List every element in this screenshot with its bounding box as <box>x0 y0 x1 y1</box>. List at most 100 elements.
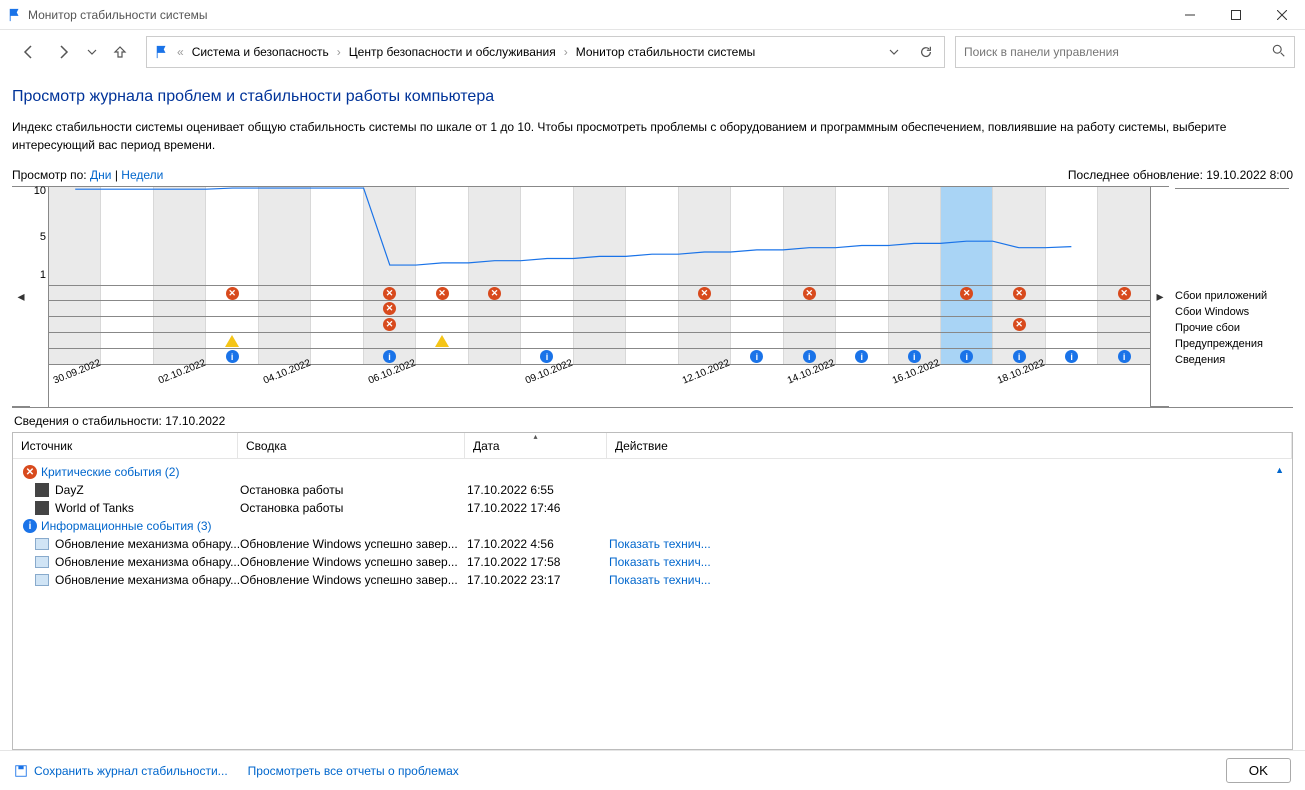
event-cell[interactable] <box>573 317 625 332</box>
event-cell[interactable] <box>783 333 835 348</box>
event-cell[interactable] <box>730 301 782 316</box>
event-cell[interactable] <box>100 333 152 348</box>
event-cell[interactable] <box>835 301 887 316</box>
collapse-icon[interactable]: ▲ <box>1275 465 1284 475</box>
chart-column[interactable] <box>153 187 205 285</box>
event-cell[interactable] <box>888 333 940 348</box>
event-cell[interactable] <box>625 317 677 332</box>
col-action[interactable]: Действие <box>607 433 1292 458</box>
event-cell[interactable] <box>625 349 677 364</box>
event-cell[interactable] <box>783 317 835 332</box>
refresh-button[interactable] <box>912 38 940 66</box>
event-cell[interactable] <box>730 333 782 348</box>
event-cell[interactable] <box>520 286 572 301</box>
event-cell[interactable] <box>310 286 362 301</box>
event-cell[interactable] <box>573 349 625 364</box>
chart-column[interactable] <box>1045 187 1097 285</box>
table-row[interactable]: Обновление механизма обнару...Обновление… <box>15 535 1290 553</box>
event-cell[interactable] <box>678 317 730 332</box>
event-cell[interactable] <box>940 333 992 348</box>
chart-column[interactable] <box>573 187 625 285</box>
event-cell[interactable] <box>678 301 730 316</box>
event-cell[interactable] <box>520 301 572 316</box>
event-cell[interactable] <box>835 333 887 348</box>
stability-plot[interactable] <box>49 186 1150 286</box>
col-date[interactable]: ▴ Дата <box>465 433 607 458</box>
address-bar[interactable]: « Система и безопасность › Центр безопас… <box>146 36 945 68</box>
event-cell[interactable] <box>573 333 625 348</box>
event-cell[interactable]: i <box>1045 349 1097 364</box>
event-cell[interactable] <box>258 301 310 316</box>
event-cell[interactable]: ✕ <box>992 317 1044 332</box>
chart-column[interactable] <box>49 187 100 285</box>
chart-column[interactable] <box>258 187 310 285</box>
event-cell[interactable] <box>520 317 572 332</box>
event-cell[interactable] <box>992 301 1044 316</box>
event-cell[interactable] <box>415 317 467 332</box>
event-cell[interactable] <box>1045 286 1097 301</box>
table-group[interactable]: iИнформационные события (3) <box>15 517 1290 535</box>
search-input[interactable] <box>964 45 1272 59</box>
action-link[interactable]: Показать технич... <box>609 537 719 551</box>
history-dropdown[interactable] <box>82 34 102 70</box>
event-cell[interactable]: i <box>940 349 992 364</box>
event-cell[interactable] <box>992 333 1044 348</box>
chart-column[interactable] <box>468 187 520 285</box>
event-cell[interactable] <box>49 333 100 348</box>
address-dropdown[interactable] <box>880 38 908 66</box>
event-cell[interactable] <box>100 286 152 301</box>
event-cell[interactable] <box>205 333 257 348</box>
event-cell[interactable]: ✕ <box>468 286 520 301</box>
event-cell[interactable]: ✕ <box>940 286 992 301</box>
event-cell[interactable] <box>888 301 940 316</box>
event-cell[interactable] <box>153 317 205 332</box>
event-cell[interactable] <box>1045 301 1097 316</box>
chart-column[interactable] <box>730 187 782 285</box>
event-cell[interactable] <box>49 286 100 301</box>
event-cell[interactable] <box>100 317 152 332</box>
table-row[interactable]: World of TanksОстановка работы17.10.2022… <box>15 499 1290 517</box>
chart-column[interactable] <box>888 187 940 285</box>
col-summary[interactable]: Сводка <box>238 433 465 458</box>
table-row[interactable]: Обновление механизма обнару...Обновление… <box>15 571 1290 589</box>
action-link[interactable]: Показать технич... <box>609 573 719 587</box>
event-cell[interactable] <box>310 333 362 348</box>
event-cell[interactable] <box>888 286 940 301</box>
event-cell[interactable] <box>1045 317 1097 332</box>
event-cell[interactable] <box>258 286 310 301</box>
view-by-weeks[interactable]: Недели <box>121 168 163 182</box>
event-cell[interactable]: ✕ <box>205 286 257 301</box>
event-cell[interactable] <box>415 349 467 364</box>
event-cell[interactable] <box>363 333 415 348</box>
chart-column[interactable] <box>520 187 572 285</box>
close-button[interactable] <box>1259 0 1305 30</box>
event-cell[interactable] <box>100 301 152 316</box>
event-cell[interactable] <box>573 301 625 316</box>
event-cell[interactable] <box>835 286 887 301</box>
back-button[interactable] <box>10 34 46 70</box>
event-cell[interactable]: i <box>835 349 887 364</box>
event-cell[interactable] <box>678 333 730 348</box>
event-cell[interactable] <box>625 301 677 316</box>
event-cell[interactable] <box>205 301 257 316</box>
col-source[interactable]: Источник <box>13 433 238 458</box>
up-button[interactable] <box>102 34 138 70</box>
search-box[interactable] <box>955 36 1295 68</box>
scroll-right-button[interactable]: ▸ <box>1151 186 1169 407</box>
breadcrumb-item[interactable]: Система и безопасность <box>192 45 329 59</box>
event-cell[interactable]: ✕ <box>363 286 415 301</box>
event-cell[interactable]: ✕ <box>783 286 835 301</box>
event-cell[interactable] <box>258 317 310 332</box>
breadcrumb-item[interactable]: Центр безопасности и обслуживания <box>349 45 556 59</box>
search-icon[interactable] <box>1272 44 1286 61</box>
action-link[interactable]: Показать технич... <box>609 555 719 569</box>
event-cell[interactable] <box>468 349 520 364</box>
event-cell[interactable] <box>153 333 205 348</box>
chart-column[interactable] <box>100 187 152 285</box>
event-cell[interactable] <box>573 286 625 301</box>
event-cell[interactable] <box>625 333 677 348</box>
event-cell[interactable]: ✕ <box>363 317 415 332</box>
event-cell[interactable] <box>1097 317 1149 332</box>
chart-column[interactable] <box>363 187 415 285</box>
chart-column[interactable] <box>415 187 467 285</box>
